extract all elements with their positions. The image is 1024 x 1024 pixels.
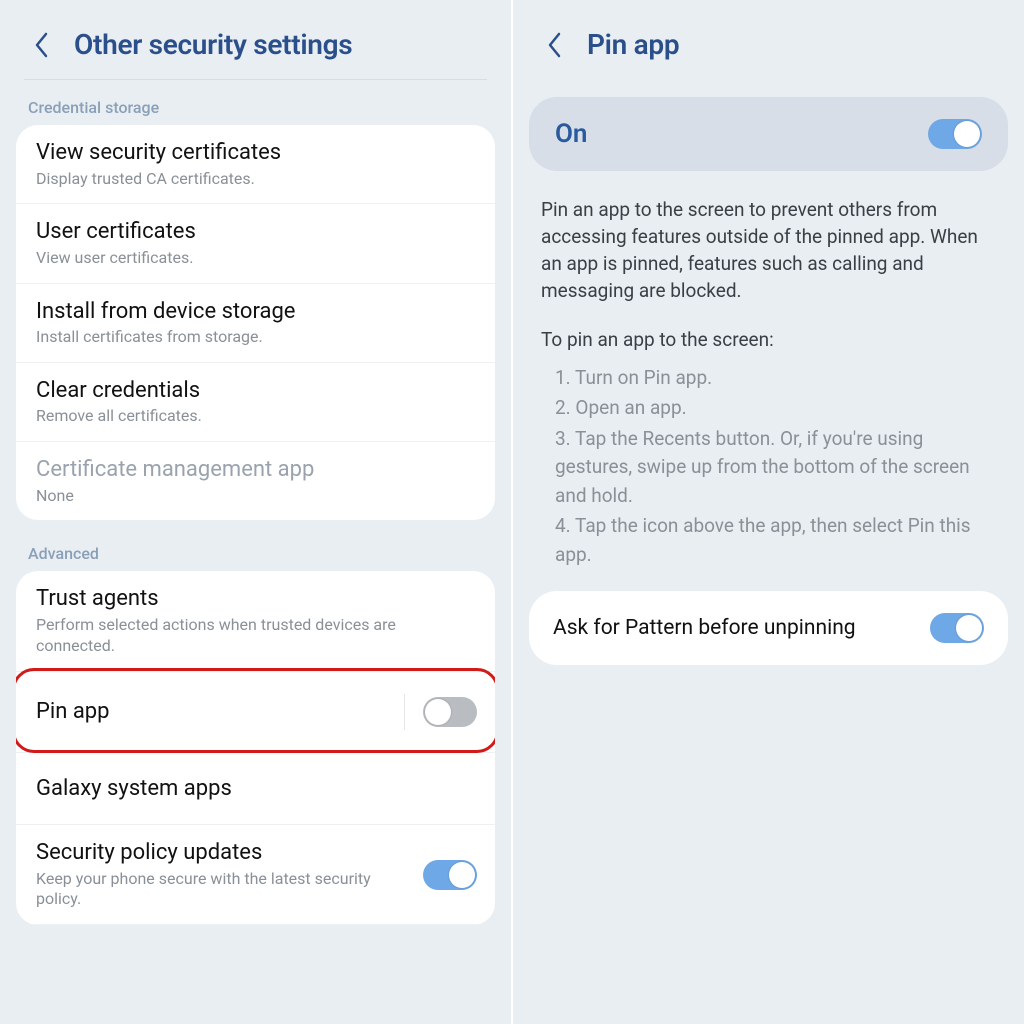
panel-pin-app: Pin app On Pin an app to the screen to p… <box>513 0 1024 1024</box>
row-clear-credentials[interactable]: Clear credentials Remove all certificate… <box>16 363 495 442</box>
divider <box>24 79 487 80</box>
steps-list: 1. Turn on Pin app. 2. Open an app. 3. T… <box>513 360 1024 592</box>
row-title: Clear credentials <box>36 377 477 405</box>
row-title: Security policy updates <box>36 839 413 867</box>
row-sub: Keep your phone secure with the latest s… <box>36 869 413 911</box>
page-title: Pin app <box>587 28 679 61</box>
step-4: 4. Tap the icon above the app, then sele… <box>555 512 996 569</box>
row-user-certificates[interactable]: User certificates View user certificates… <box>16 204 495 283</box>
row-title: Install from device storage <box>36 298 477 326</box>
header: Pin app <box>513 8 1024 79</box>
ask-pattern-toggle[interactable] <box>930 613 984 643</box>
section-label-advanced: Advanced <box>0 534 511 571</box>
row-sub: Remove all certificates. <box>36 406 477 427</box>
row-ask-pattern[interactable]: Ask for Pattern before unpinning <box>529 591 1008 665</box>
on-banner: On <box>529 97 1008 171</box>
row-sub: Display trusted CA certificates. <box>36 169 477 190</box>
description-text: Pin an app to the screen to prevent othe… <box>513 181 1024 309</box>
row-title: View security certificates <box>36 139 477 167</box>
row-security-policy-updates[interactable]: Security policy updates Keep your phone … <box>16 825 495 925</box>
card-advanced: Trust agents Perform selected actions wh… <box>16 571 495 925</box>
row-title: Trust agents <box>36 585 477 613</box>
page-title: Other security settings <box>74 28 352 61</box>
header: Other security settings <box>0 8 511 79</box>
row-galaxy-system-apps[interactable]: Galaxy system apps <box>16 753 495 826</box>
back-icon[interactable] <box>28 31 56 59</box>
row-view-security-certificates[interactable]: View security certificates Display trust… <box>16 125 495 204</box>
step-3: 3. Tap the Recents button. Or, if you're… <box>555 425 996 511</box>
row-pin-app[interactable]: Pin app <box>16 672 495 753</box>
row-certificate-management-app[interactable]: Certificate management app None <box>16 442 495 520</box>
row-sub: None <box>36 486 477 507</box>
pin-app-toggle[interactable] <box>423 697 477 727</box>
step-1: 1. Turn on Pin app. <box>555 364 996 393</box>
card-credential-storage: View security certificates Display trust… <box>16 125 495 520</box>
row-sub: Install certificates from storage. <box>36 327 477 348</box>
divider-icon <box>404 694 405 730</box>
row-title: Galaxy system apps <box>36 775 477 803</box>
row-title: Certificate management app <box>36 456 477 484</box>
pin-app-master-toggle[interactable] <box>928 119 982 149</box>
steps-title: To pin an app to the screen: <box>513 309 1024 360</box>
on-label: On <box>555 119 928 149</box>
section-label-credential-storage: Credential storage <box>0 88 511 125</box>
security-policy-toggle[interactable] <box>423 860 477 890</box>
row-title: User certificates <box>36 218 477 246</box>
row-trust-agents[interactable]: Trust agents Perform selected actions wh… <box>16 571 495 671</box>
back-icon[interactable] <box>541 31 569 59</box>
panel-other-security-settings: Other security settings Credential stora… <box>0 0 513 1024</box>
row-title: Pin app <box>36 698 394 726</box>
row-sub: Perform selected actions when trusted de… <box>36 615 477 657</box>
row-title: Ask for Pattern before unpinning <box>553 616 930 640</box>
row-sub: View user certificates. <box>36 248 477 269</box>
row-install-from-storage[interactable]: Install from device storage Install cert… <box>16 284 495 363</box>
step-2: 2. Open an app. <box>555 394 996 423</box>
